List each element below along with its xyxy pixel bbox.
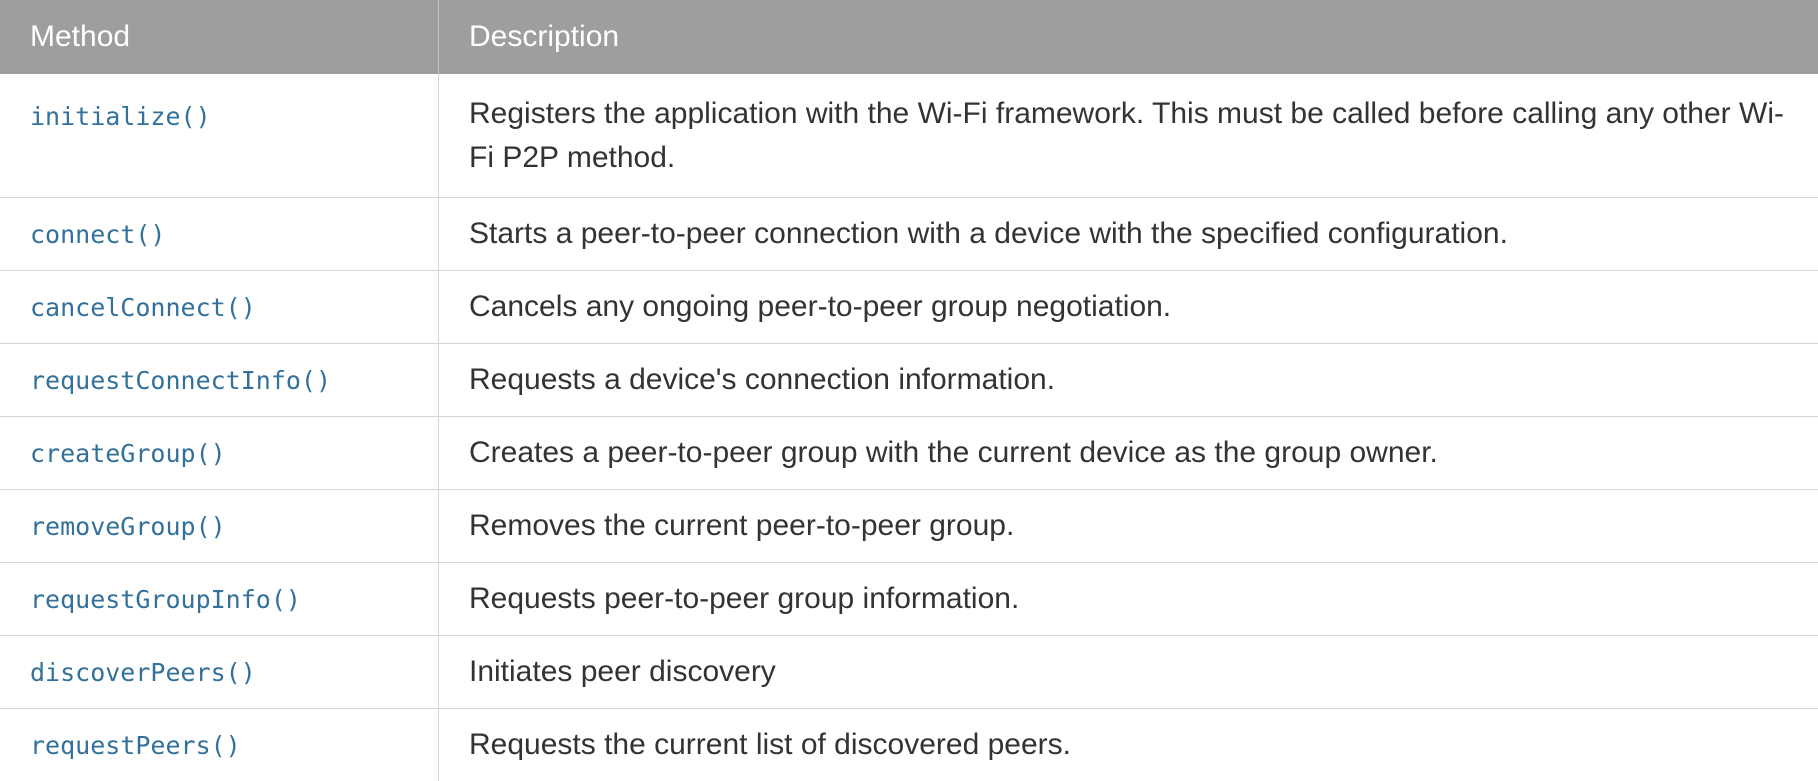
- description-cell-connect: Starts a peer-to-peer connection with a …: [438, 198, 1818, 271]
- method-cell-discover-peers[interactable]: discoverPeers(): [0, 636, 438, 709]
- method-cell-remove-group[interactable]: removeGroup(): [0, 490, 438, 563]
- description-cell-discover-peers: Initiates peer discovery: [438, 636, 1818, 709]
- description-cell-cancel-connect: Cancels any ongoing peer-to-peer group n…: [438, 271, 1818, 344]
- description-cell-remove-group: Removes the current peer-to-peer group.: [438, 490, 1818, 563]
- description-cell-initialize: Registers the application with the Wi-Fi…: [438, 74, 1818, 198]
- description-cell-request-connect-info: Requests a device's connection informati…: [438, 344, 1818, 417]
- method-cell-request-connect-info[interactable]: requestConnectInfo(): [0, 344, 438, 417]
- description-cell-create-group: Creates a peer-to-peer group with the cu…: [438, 417, 1818, 490]
- method-cell-request-group-info[interactable]: requestGroupInfo(): [0, 563, 438, 636]
- method-cell-create-group[interactable]: createGroup(): [0, 417, 438, 490]
- methods-table: Method Description initialize() Register…: [0, 0, 1818, 781]
- method-cell-connect[interactable]: connect(): [0, 198, 438, 271]
- description-cell-request-group-info: Requests peer-to-peer group information.: [438, 563, 1818, 636]
- column-header-description: Description: [438, 0, 1818, 74]
- column-header-method: Method: [0, 0, 438, 74]
- method-cell-initialize[interactable]: initialize(): [0, 74, 438, 198]
- method-cell-cancel-connect[interactable]: cancelConnect(): [0, 271, 438, 344]
- description-cell-request-peers: Requests the current list of discovered …: [438, 709, 1818, 781]
- method-cell-request-peers[interactable]: requestPeers(): [0, 709, 438, 781]
